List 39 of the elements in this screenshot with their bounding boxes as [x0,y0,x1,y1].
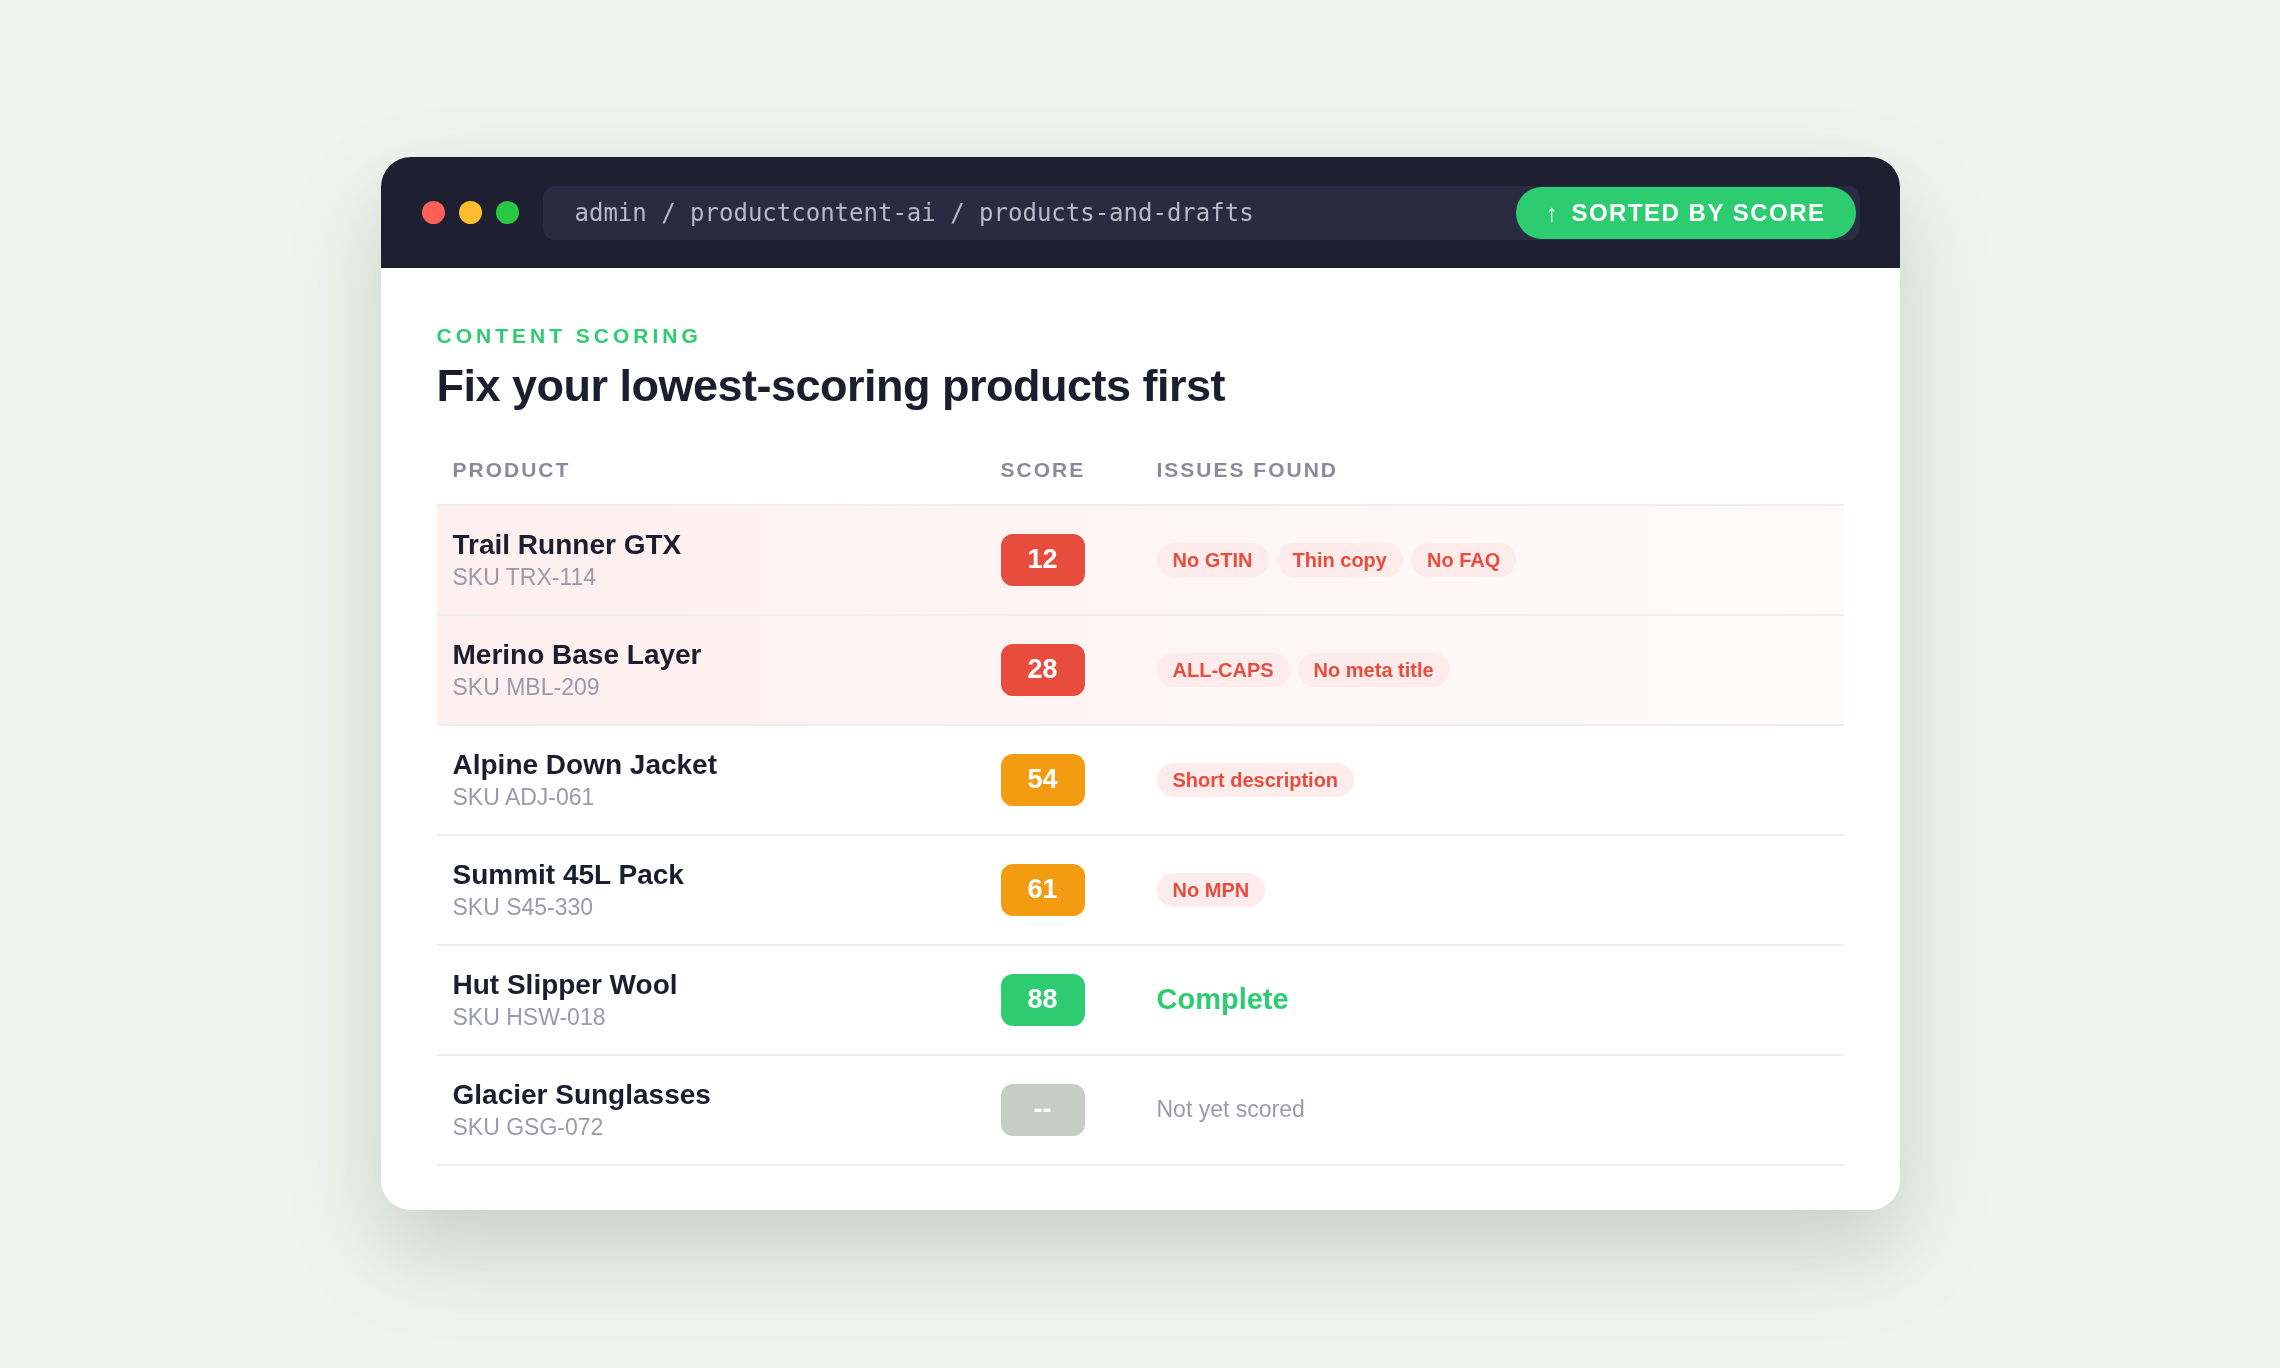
page-heading: Fix your lowest-scoring products first [436,358,1227,413]
issue-tag: No MPN [1156,872,1266,907]
product-name: Summit 45L Pack [452,857,685,892]
product-sku: SKU TRX-114 [452,562,598,592]
product-sku: SKU HSW-018 [452,1002,607,1032]
product-sku: SKU ADJ-061 [452,782,596,812]
issue-tag: No GTIN [1156,542,1269,577]
score-pill: 61 [1000,863,1085,916]
issue-tag: ALL-CAPS [1156,652,1290,687]
status-text: Not yet scored [1156,1095,1305,1125]
table-row[interactable]: Glacier Sunglasses SKU GSG-072 -- Not yet scored [436,1055,1844,1166]
product-sku: SKU S45-330 [452,892,595,922]
product-name: Hut Slipper Wool [452,967,679,1002]
table-row[interactable]: Alpine Down Jacket SKU ADJ-061 54 Short description [436,725,1844,836]
score-pill: 28 [1000,643,1085,696]
column-header: PRODUCT [452,456,572,483]
product-name: Trail Runner GTX [452,527,683,562]
issue-tag: No meta title [1297,652,1450,687]
status-text: Complete [1156,981,1289,1017]
column-header: SCORE [1000,456,1087,483]
product-name: Merino Base Layer [452,637,703,672]
table-row[interactable]: Merino Base Layer SKU MBL-209 28 ALL-CAPS No meta title [436,615,1844,726]
product-sku: SKU MBL-209 [452,672,601,702]
score-pill: 54 [1000,753,1085,806]
score-pill: 12 [1000,533,1085,586]
table-row[interactable]: Trail Runner GTX SKU TRX-114 12 No GTIN Thin copy No FAQ [436,505,1844,616]
product-name: Alpine Down Jacket [452,747,718,782]
issue-tag: Thin copy [1276,542,1403,577]
column-header: ISSUES FOUND [1156,456,1339,483]
score-pill: -- [1000,1083,1085,1136]
issue-tag: Short description [1156,762,1355,797]
table-row[interactable]: Summit 45L Pack SKU S45-330 61 No MPN [436,835,1844,946]
product-sku: SKU GSG-072 [452,1112,605,1142]
product-name: Glacier Sunglasses [452,1077,712,1112]
issue-tag: No FAQ [1410,542,1517,577]
section-kicker: CONTENT SCORING [436,323,703,349]
score-pill: 88 [1000,973,1085,1026]
table-row[interactable]: Hut Slipper Wool SKU HSW-018 88 Complete [436,945,1844,1056]
breadcrumb-path: admin / productcontent-ai / products-and-drafts [574,197,1254,229]
